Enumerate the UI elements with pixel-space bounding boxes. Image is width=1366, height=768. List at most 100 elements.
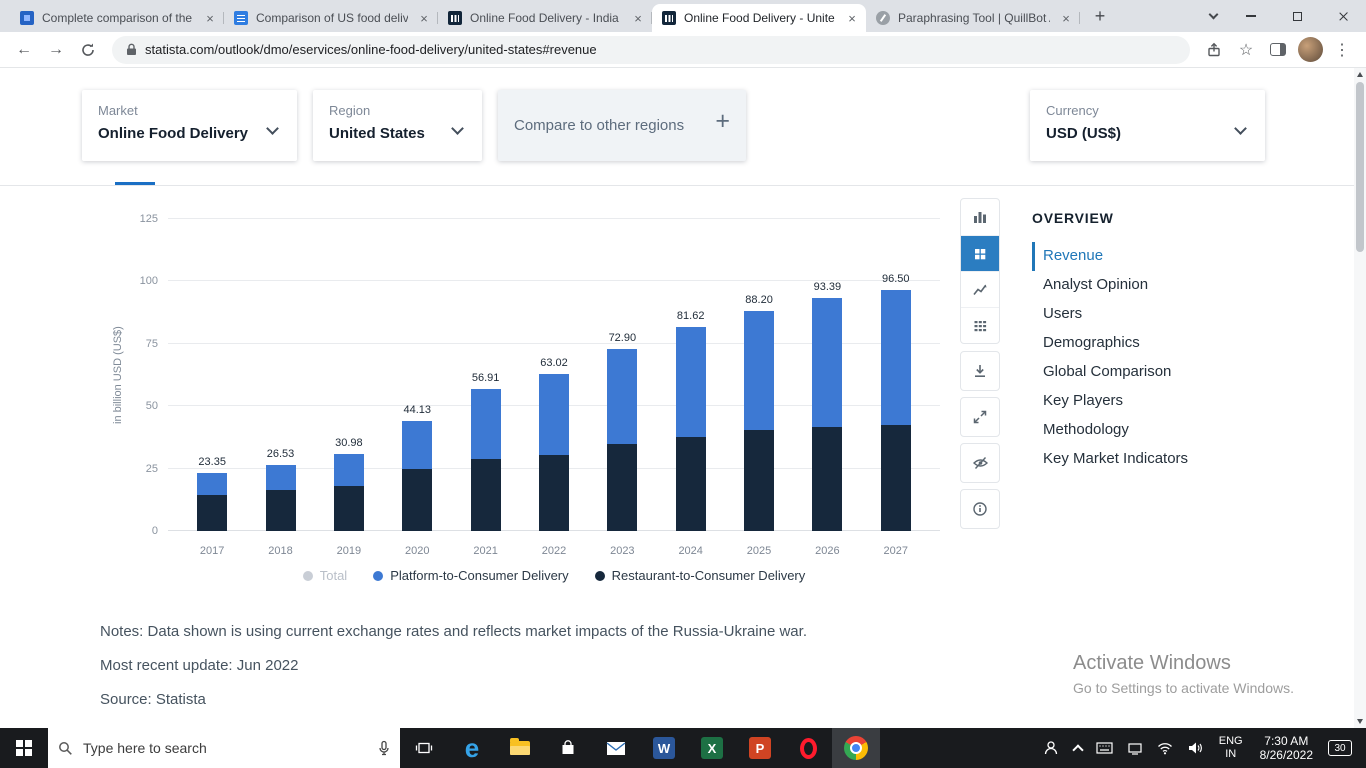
legend-item[interactable]: Total bbox=[302, 568, 347, 583]
market-dropdown[interactable]: Market Online Food Delivery bbox=[82, 90, 297, 161]
browser-tab[interactable]: Complete comparison of the × bbox=[10, 4, 224, 32]
minimize-button[interactable] bbox=[1228, 0, 1274, 32]
tray-expand-button[interactable] bbox=[1067, 728, 1089, 768]
start-button[interactable] bbox=[0, 728, 48, 768]
reload-button[interactable] bbox=[74, 36, 102, 64]
bar-segment-platform[interactable] bbox=[197, 472, 228, 495]
scroll-down-arrow[interactable] bbox=[1357, 719, 1363, 724]
network-button[interactable] bbox=[1120, 728, 1150, 768]
info-button[interactable] bbox=[960, 489, 1000, 529]
touch-keyboard-button[interactable] bbox=[1089, 728, 1120, 768]
new-tab-button[interactable]: + bbox=[1086, 2, 1114, 30]
action-center-button[interactable]: 30 bbox=[1321, 728, 1359, 768]
hide-chart-button[interactable] bbox=[960, 443, 1000, 483]
scroll-up-arrow[interactable] bbox=[1357, 72, 1363, 77]
close-button[interactable] bbox=[1320, 0, 1366, 32]
bar-group[interactable]: 56.91 2021 bbox=[451, 219, 519, 557]
compare-regions-button[interactable]: Compare to other regions + bbox=[498, 90, 746, 161]
wifi-button[interactable] bbox=[1150, 728, 1180, 768]
browser-tab[interactable]: Online Food Delivery - Unite × bbox=[652, 4, 866, 32]
bar-segment-platform[interactable] bbox=[265, 464, 296, 490]
bar-segment-restaurant[interactable] bbox=[675, 437, 706, 531]
bar-group[interactable]: 72.90 2023 bbox=[588, 219, 656, 557]
profile-avatar[interactable] bbox=[1296, 36, 1324, 64]
address-bar[interactable]: statista.com/outlook/dmo/eservices/onlin… bbox=[112, 35, 1190, 64]
bar-segment-restaurant[interactable] bbox=[470, 458, 501, 531]
maximize-button[interactable] bbox=[1274, 0, 1320, 32]
chart-type-table-button[interactable] bbox=[961, 307, 999, 343]
legend-item[interactable]: Platform-to-Consumer Delivery bbox=[373, 568, 569, 583]
chart-type-stacked-button[interactable] bbox=[961, 235, 999, 271]
page-scrollbar[interactable] bbox=[1354, 68, 1366, 728]
opera-button[interactable] bbox=[784, 728, 832, 768]
share-button[interactable] bbox=[1200, 36, 1228, 64]
sidebar-item-global-comparison[interactable]: Global Comparison bbox=[1032, 358, 1312, 387]
language-indicator[interactable]: ENG IN bbox=[1210, 735, 1252, 761]
bar-segment-platform[interactable] bbox=[675, 327, 706, 438]
side-panel-button[interactable] bbox=[1264, 36, 1292, 64]
bar-segment-platform[interactable] bbox=[470, 388, 501, 459]
sidebar-item-analyst-opinion[interactable]: Analyst Opinion bbox=[1032, 271, 1312, 300]
bar-group[interactable]: 88.20 2025 bbox=[725, 219, 793, 557]
browser-tab[interactable]: Online Food Delivery - India | × bbox=[438, 4, 652, 32]
browser-tab[interactable]: Paraphrasing Tool | QuillBot A × bbox=[866, 4, 1080, 32]
store-button[interactable] bbox=[544, 728, 592, 768]
people-button[interactable] bbox=[1035, 728, 1067, 768]
legend-item[interactable]: Restaurant-to-Consumer Delivery bbox=[594, 568, 805, 583]
bar-group[interactable]: 81.62 2024 bbox=[657, 219, 725, 557]
bar-segment-restaurant[interactable] bbox=[538, 454, 569, 531]
bar-segment-restaurant[interactable] bbox=[402, 468, 433, 531]
sidebar-item-demographics[interactable]: Demographics bbox=[1032, 329, 1312, 358]
bookmark-star-button[interactable]: ☆ bbox=[1232, 36, 1260, 64]
bar-segment-platform[interactable] bbox=[880, 290, 911, 425]
fullscreen-button[interactable] bbox=[960, 397, 1000, 437]
browser-tab[interactable]: Comparison of US food deliv × bbox=[224, 4, 438, 32]
tray-clock[interactable]: 7:30 AM 8/26/2022 bbox=[1252, 734, 1321, 762]
bar-group[interactable]: 96.50 2027 bbox=[862, 219, 930, 557]
sidebar-item-users[interactable]: Users bbox=[1032, 300, 1312, 329]
powerpoint-button[interactable]: P bbox=[736, 728, 784, 768]
sidebar-item-key-market-indicators[interactable]: Key Market Indicators bbox=[1032, 445, 1312, 474]
sidebar-item-revenue[interactable]: Revenue bbox=[1032, 242, 1312, 271]
bar-group[interactable]: 26.53 2018 bbox=[246, 219, 314, 557]
bar-segment-restaurant[interactable] bbox=[607, 443, 638, 531]
bar-segment-platform[interactable] bbox=[607, 349, 638, 444]
file-explorer-button[interactable] bbox=[496, 728, 544, 768]
bar-group[interactable]: 44.13 2020 bbox=[383, 219, 451, 557]
currency-dropdown[interactable]: Currency USD (US$) bbox=[1030, 90, 1265, 161]
chart-type-line-button[interactable] bbox=[961, 271, 999, 307]
taskbar-search-input[interactable]: Type here to search bbox=[48, 728, 400, 768]
region-dropdown[interactable]: Region United States bbox=[313, 90, 482, 161]
bar-segment-restaurant[interactable] bbox=[812, 427, 843, 531]
excel-button[interactable]: X bbox=[688, 728, 736, 768]
chrome-button[interactable] bbox=[832, 728, 880, 768]
bar-group[interactable]: 63.02 2022 bbox=[520, 219, 588, 557]
bar-segment-platform[interactable] bbox=[333, 453, 364, 487]
edge-button[interactable]: e bbox=[448, 728, 496, 768]
bar-segment-platform[interactable] bbox=[538, 373, 569, 455]
forward-button[interactable]: → bbox=[42, 36, 70, 64]
chart-type-bar-button[interactable] bbox=[961, 199, 999, 235]
bar-segment-restaurant[interactable] bbox=[333, 486, 364, 531]
tab-close-icon[interactable]: × bbox=[416, 10, 432, 26]
bar-segment-platform[interactable] bbox=[402, 420, 433, 469]
tab-search-button[interactable] bbox=[1198, 0, 1228, 32]
tab-close-icon[interactable]: × bbox=[1058, 10, 1074, 26]
word-button[interactable]: W bbox=[640, 728, 688, 768]
sidebar-item-key-players[interactable]: Key Players bbox=[1032, 387, 1312, 416]
bar-segment-platform[interactable] bbox=[744, 310, 775, 430]
bar-group[interactable]: 93.39 2026 bbox=[793, 219, 861, 557]
back-button[interactable]: ← bbox=[10, 36, 38, 64]
tab-close-icon[interactable]: × bbox=[202, 10, 218, 26]
bar-group[interactable]: 30.98 2019 bbox=[315, 219, 383, 557]
bar-group[interactable]: 23.35 2017 bbox=[178, 219, 246, 557]
bar-segment-restaurant[interactable] bbox=[744, 429, 775, 531]
volume-button[interactable] bbox=[1180, 728, 1210, 768]
browser-menu-button[interactable]: ⋮ bbox=[1328, 36, 1356, 64]
bar-segment-restaurant[interactable] bbox=[265, 489, 296, 531]
tab-close-icon[interactable]: × bbox=[844, 10, 860, 26]
scrollbar-thumb[interactable] bbox=[1356, 82, 1364, 252]
mail-button[interactable] bbox=[592, 728, 640, 768]
download-button[interactable] bbox=[960, 351, 1000, 391]
sidebar-item-methodology[interactable]: Methodology bbox=[1032, 416, 1312, 445]
